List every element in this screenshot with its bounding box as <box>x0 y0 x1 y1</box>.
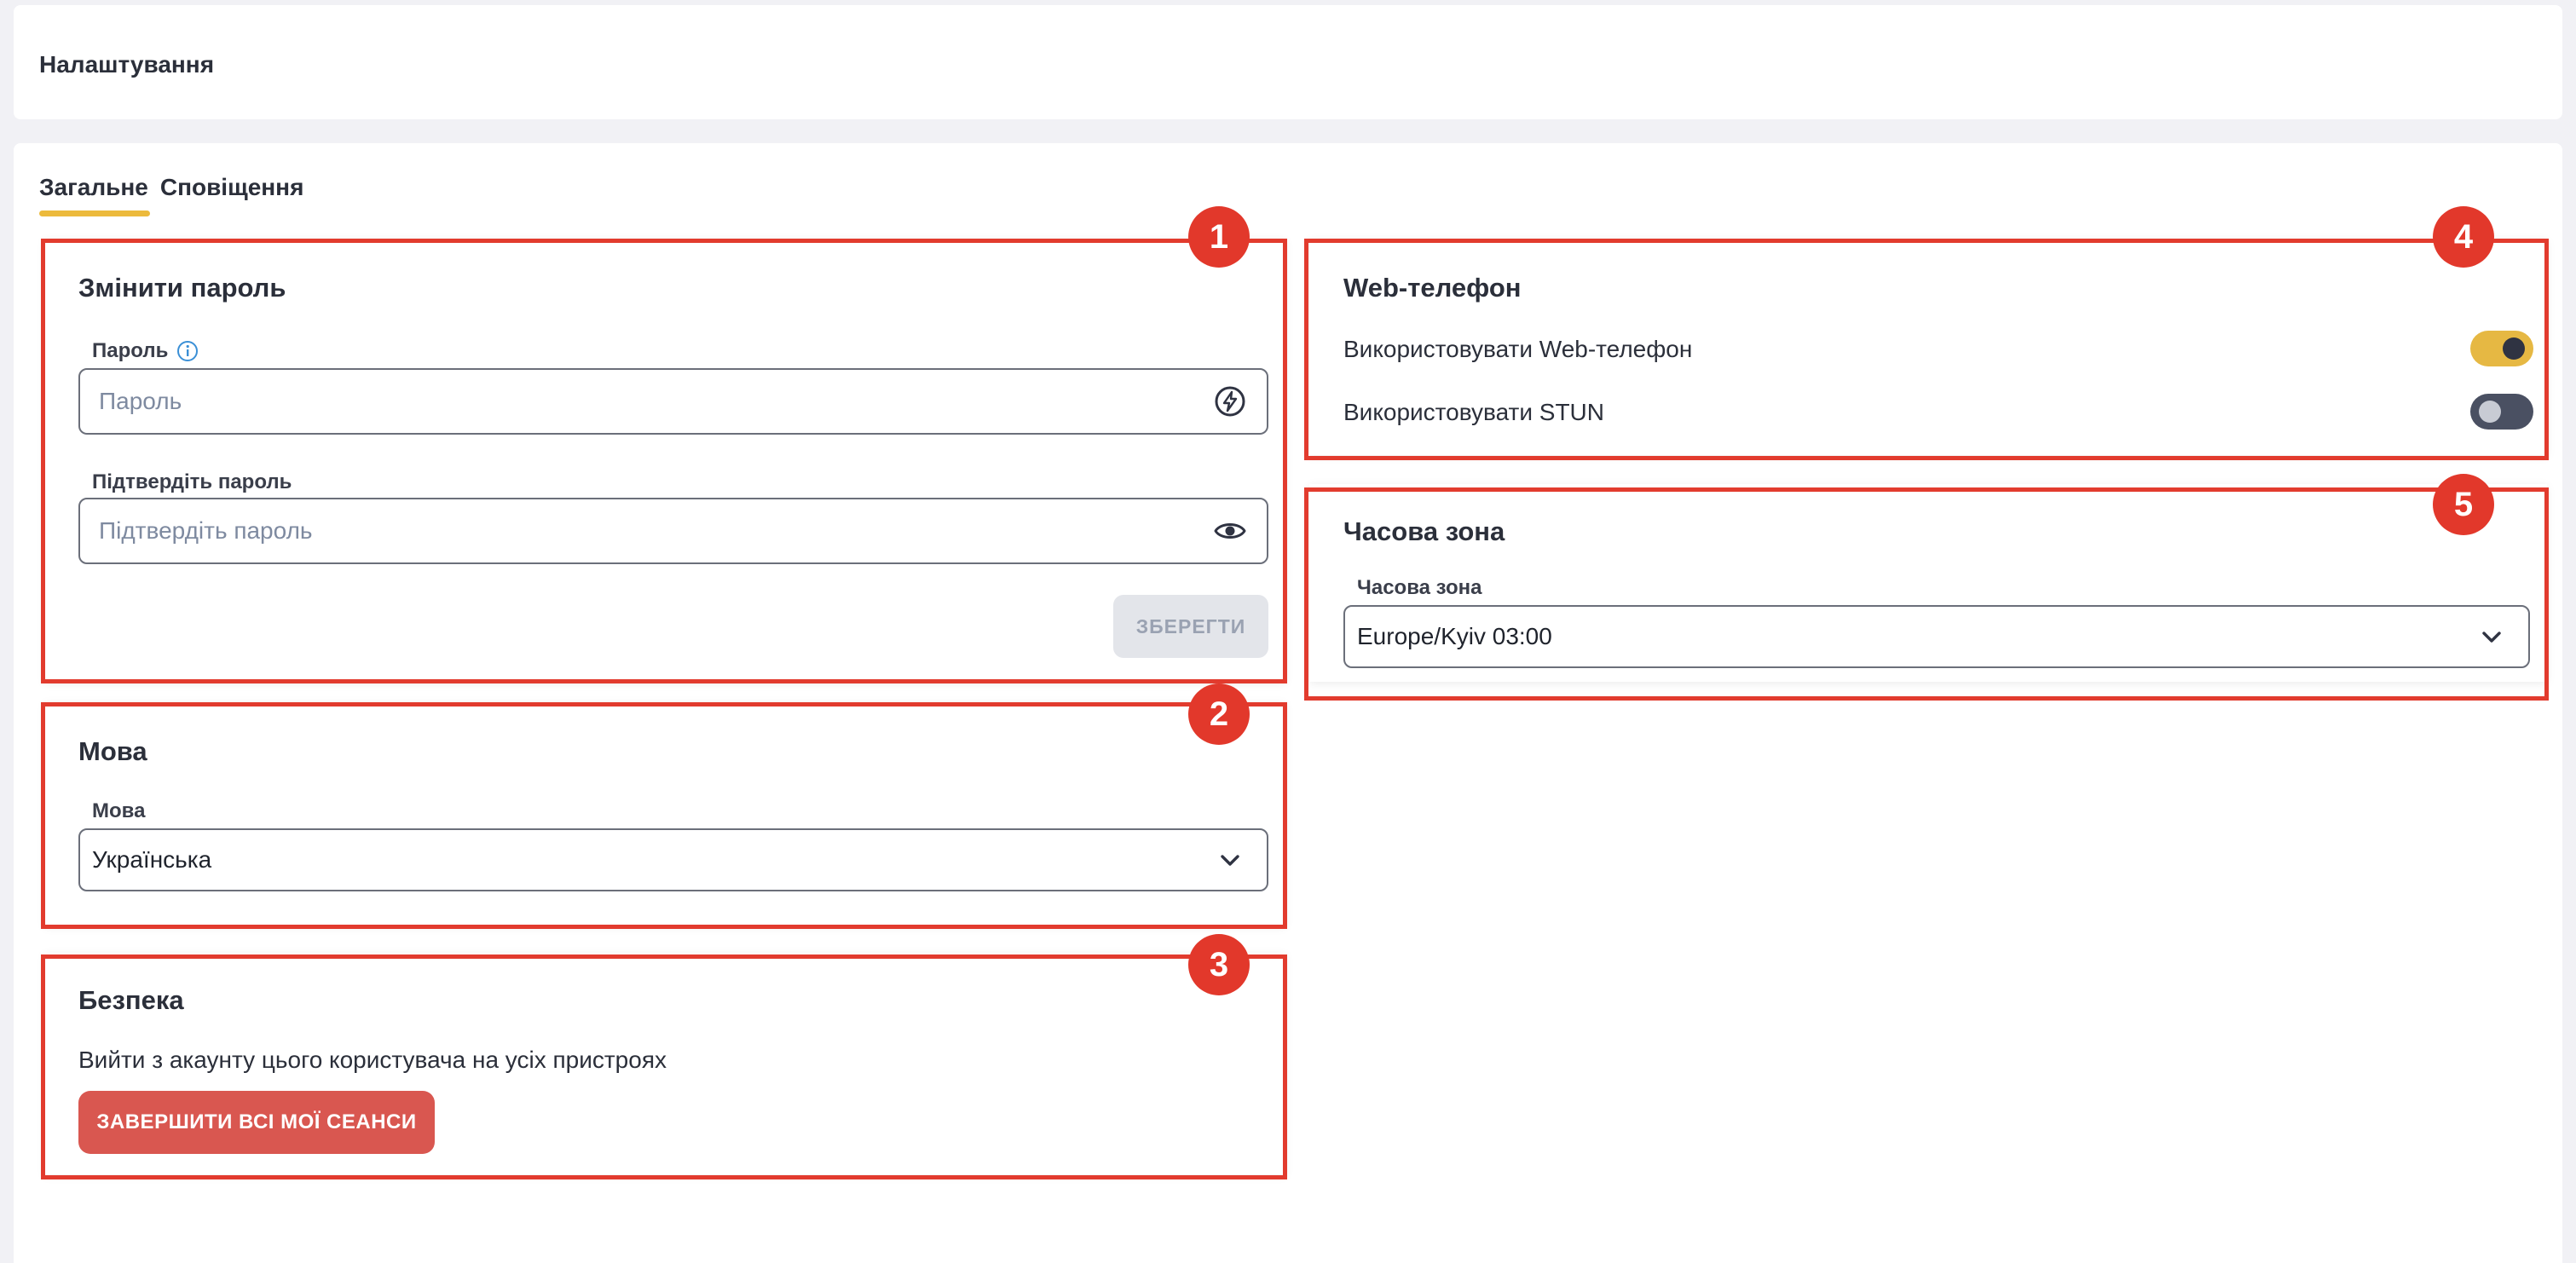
save-password-button[interactable]: ЗБЕРЕГТИ <box>1113 595 1268 658</box>
card-title: Часова зона <box>1343 516 1505 546</box>
timezone-card: Часова зона Часова зона Europe/Kyiv 03:0… <box>1309 484 2547 682</box>
timezone-label-text: Часова зона <box>1357 576 1482 599</box>
password-placeholder: Пароль <box>99 388 182 414</box>
tabs: Загальне Сповіщення <box>39 174 303 216</box>
end-all-sessions-button[interactable]: ЗАВЕРШИТИ ВСІ МОЇ СЕАНСИ <box>78 1091 435 1154</box>
use-stun-label: Використовувати STUN <box>1343 399 1604 425</box>
webphone-card: Web-телефон Використовувати Web-телефон … <box>1309 239 2547 455</box>
annotation-badge-2: 2 <box>1188 683 1250 745</box>
timezone-label: Часова зона <box>1357 576 1482 600</box>
card-title: Web-телефон <box>1343 273 1522 303</box>
language-select[interactable]: Українська <box>78 828 1268 891</box>
page-title: Налаштування <box>39 51 215 78</box>
use-webphone-toggle[interactable] <box>2470 331 2533 366</box>
tab-general[interactable]: Загальне <box>39 174 150 216</box>
security-card: Безпека Вийти з акаунту цього користувач… <box>44 953 1285 1174</box>
card-title: Мова <box>78 736 147 766</box>
timezone-selected-value: Europe/Kyiv 03:00 <box>1357 623 1552 649</box>
password-input[interactable]: Пароль <box>78 368 1268 435</box>
language-card: Мова Мова Українська <box>44 702 1285 926</box>
settings-panel: Загальне Сповіщення Змінити пароль Парол… <box>14 143 2562 1263</box>
language-label-text: Мова <box>92 799 146 822</box>
use-stun-toggle[interactable] <box>2470 394 2533 430</box>
info-icon[interactable] <box>176 340 199 362</box>
confirm-label-text: Підтвердіть пароль <box>92 470 292 493</box>
generate-password-icon[interactable] <box>1212 384 1248 419</box>
confirm-password-input[interactable]: Підтвердіть пароль <box>78 498 1268 564</box>
annotation-badge-3: 3 <box>1188 934 1250 995</box>
security-description: Вийти з акаунту цього користувача на усі… <box>78 1047 667 1073</box>
language-label: Мова <box>92 799 145 823</box>
annotation-badge-5: 5 <box>2433 474 2494 535</box>
tab-notifications[interactable]: Сповіщення <box>160 174 304 216</box>
language-selected-value: Українська <box>92 846 212 873</box>
password-label-text: Пароль <box>92 339 169 362</box>
card-title: Змінити пароль <box>78 273 286 303</box>
use-webphone-label: Використовувати Web-телефон <box>1343 336 1693 362</box>
confirm-password-label: Підтвердіть пароль <box>92 470 292 494</box>
card-title: Безпека <box>78 985 184 1015</box>
chevron-down-icon[interactable] <box>1212 842 1248 878</box>
change-password-card: Змінити пароль Пароль Пароль Підтвердіть… <box>44 239 1285 682</box>
annotation-badge-1: 1 <box>1188 206 1250 268</box>
confirm-password-placeholder: Підтвердіть пароль <box>99 517 313 544</box>
eye-icon[interactable] <box>1212 513 1248 549</box>
annotation-badge-4: 4 <box>2433 206 2494 268</box>
password-label: Пароль <box>92 339 199 363</box>
toggle-knob <box>2479 401 2501 423</box>
timezone-select[interactable]: Europe/Kyiv 03:00 <box>1343 605 2530 668</box>
chevron-down-icon[interactable] <box>2474 619 2510 655</box>
toggle-knob <box>2503 337 2525 360</box>
page-header: Налаштування <box>14 5 2562 119</box>
